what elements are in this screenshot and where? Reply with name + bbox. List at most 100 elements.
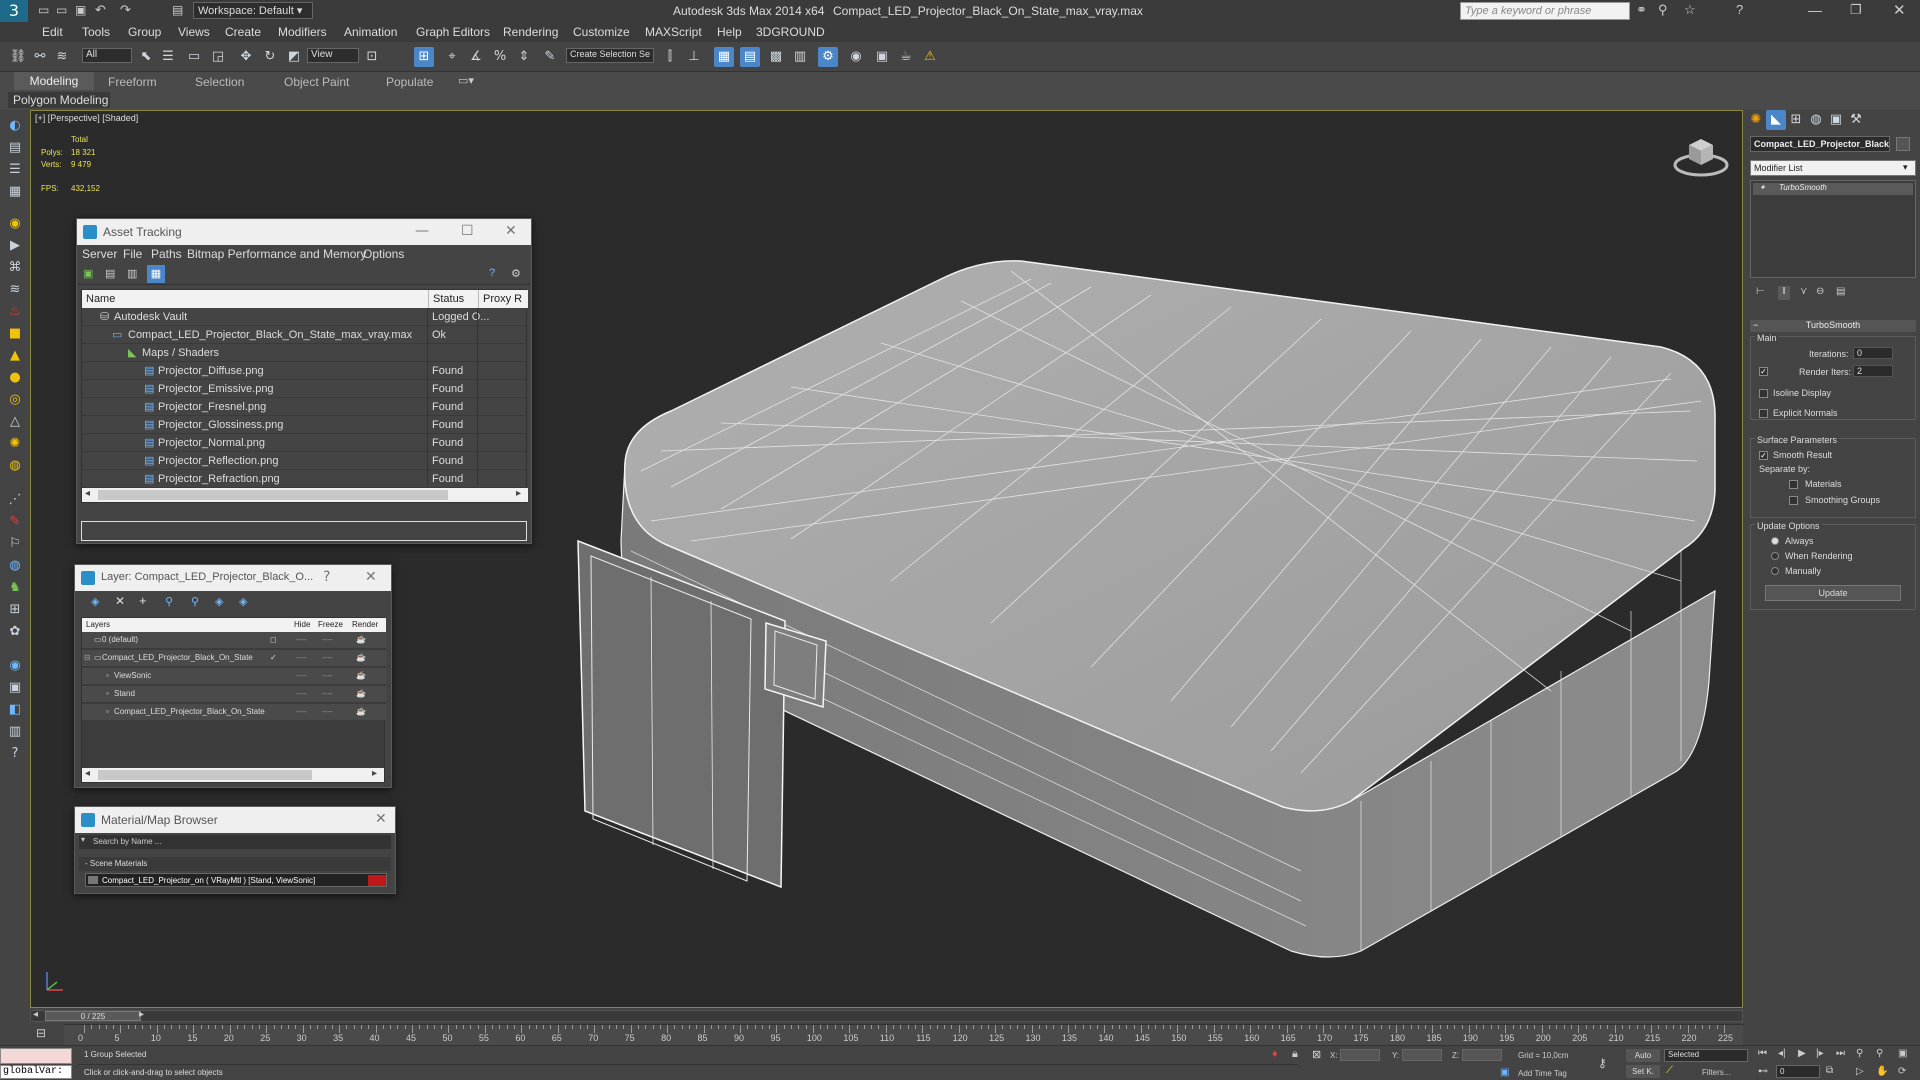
remove-modifier-icon[interactable]: ⊖ <box>1816 286 1824 297</box>
vt-helper-icon[interactable]: ⌘ <box>4 258 26 278</box>
always-radio[interactable] <box>1771 537 1779 545</box>
hide-toggle[interactable]: ---- <box>296 686 307 702</box>
ribbon-tab-modeling[interactable]: Modeling <box>14 72 94 90</box>
vt-camera-icon[interactable]: ▶ <box>4 236 26 256</box>
vt-sphere-icon[interactable]: ● <box>4 368 26 388</box>
menu-rendering[interactable]: Rendering <box>503 25 558 39</box>
menu-maxscript[interactable]: MAXScript <box>645 25 702 39</box>
hide-toggle[interactable]: ---- <box>296 704 307 720</box>
configure-sets-icon[interactable]: ▤ <box>1836 286 1845 297</box>
at-menu-options[interactable]: Options <box>363 247 404 261</box>
vt-cloth-icon[interactable]: ✿ <box>4 622 26 642</box>
z-coord-field[interactable] <box>1462 1049 1502 1061</box>
time-slider-thumb[interactable]: 0 / 225 <box>45 1011 141 1021</box>
menu-group[interactable]: Group <box>128 25 161 39</box>
table-row[interactable]: ▭ Compact_LED_Projector_Black_On_State_m… <box>82 326 528 344</box>
iterations-spinner[interactable]: 0 <box>1853 347 1893 359</box>
scroll-thumb[interactable] <box>98 770 312 780</box>
col-hide[interactable]: Hide <box>294 618 310 632</box>
ribbon-tab-object-paint[interactable]: Object Paint <box>284 75 349 89</box>
hide-toggle[interactable]: ---- <box>296 668 307 684</box>
material-editor-icon[interactable]: ◉ <box>846 47 866 67</box>
key-filters-button[interactable]: Filters... <box>1702 1068 1730 1077</box>
named-selection-dropdown[interactable]: Create Selection Se <box>566 48 654 63</box>
hide-toggle[interactable]: ---- <box>296 632 307 648</box>
layer-row[interactable]: ▫ ViewSonic ---- ---- ☕ <box>82 668 386 684</box>
show-end-result-icon[interactable]: I <box>1778 286 1790 300</box>
select-by-name-icon[interactable]: ☰ <box>158 47 178 67</box>
vt-list-icon[interactable]: ☰ <box>4 160 26 180</box>
next-frame-icon[interactable]: ▸ <box>139 1009 144 1020</box>
curve-editor-icon[interactable]: ▥ <box>790 47 810 67</box>
at-menu-file[interactable]: File <box>123 247 142 261</box>
menu-3dground[interactable]: 3DGROUND <box>756 25 825 39</box>
at-list-icon[interactable]: ▤ <box>105 267 115 280</box>
smoothing-groups-checkbox[interactable] <box>1789 496 1798 505</box>
freeze-toggle[interactable]: ---- <box>322 668 333 684</box>
motion-tab-icon[interactable]: ◍ <box>1806 110 1826 130</box>
menu-animation[interactable]: Animation <box>344 25 397 39</box>
at-help-icon[interactable]: ? <box>489 267 495 279</box>
scene-explorer-icon[interactable]: ▦ <box>714 47 734 67</box>
ref-coord-dropdown[interactable]: View <box>307 48 359 63</box>
at-table-icon[interactable]: ▦ <box>147 265 165 283</box>
col-freeze[interactable]: Freeze <box>318 618 343 632</box>
vt-hair-icon[interactable]: ⋰ <box>4 490 26 510</box>
help-icon[interactable]: ? <box>1736 2 1743 17</box>
manually-radio[interactable] <box>1771 567 1779 575</box>
mb-close-icon[interactable]: ✕ <box>375 811 387 827</box>
table-row[interactable]: ▤ Projector_Diffuse.png Found <box>82 362 528 380</box>
selection-lock-icon[interactable]: 🔒︎ <box>1292 1048 1298 1061</box>
move-icon[interactable]: ✥ <box>236 47 256 67</box>
asset-tracking-titlebar[interactable]: Asset Tracking — ☐ ✕ <box>77 219 531 245</box>
menu-views[interactable]: Views <box>178 25 210 39</box>
at-close-icon[interactable]: ✕ <box>505 223 517 239</box>
select-object-icon[interactable]: ⬉ <box>136 47 156 67</box>
layer-hide-all-icon[interactable]: ◈ <box>215 595 223 608</box>
mb-material-item[interactable]: Compact_LED_Projector_on ( VRayMtl ) [St… <box>85 873 387 887</box>
save-file-icon[interactable]: ▣ <box>75 3 86 17</box>
key-filter-dropdown[interactable]: Selected <box>1664 1049 1748 1062</box>
current-layer-check-icon[interactable]: ✓ <box>270 650 277 666</box>
col-status[interactable]: Status <box>428 290 464 308</box>
vt-container-icon[interactable]: ◐ <box>4 116 26 136</box>
menu-customize[interactable]: Customize <box>573 25 630 39</box>
vt-scene-icon[interactable]: ◉ <box>4 656 26 676</box>
project-folder-icon[interactable]: ▤ <box>172 3 183 17</box>
object-color-swatch[interactable] <box>1896 137 1910 151</box>
smooth-result-checkbox[interactable]: ✓ <box>1759 451 1768 460</box>
table-row[interactable]: ▤ Projector_Emissive.png Found <box>82 380 528 398</box>
x-coord-field[interactable] <box>1340 1049 1380 1061</box>
render-teapot-icon[interactable]: ☕ <box>356 704 366 720</box>
freeze-toggle[interactable]: ---- <box>322 686 333 702</box>
close-icon[interactable]: ✕ <box>1893 1 1906 19</box>
warning-icon[interactable]: ⚠ <box>920 47 940 67</box>
snap-toggle-icon[interactable]: ⌖ <box>442 47 462 67</box>
layer-help-icon[interactable]: ? <box>323 569 330 585</box>
spinner-snap-icon[interactable]: ⇕ <box>514 47 534 67</box>
new-file-icon[interactable]: ▭ <box>38 3 49 17</box>
time-slider[interactable]: ◂ 0 / 225 ▸ <box>30 1009 1743 1022</box>
render-iters-spinner[interactable]: 2 <box>1853 365 1893 377</box>
explicit-normals-checkbox[interactable] <box>1759 409 1768 418</box>
prev-key-icon[interactable]: ◂| <box>1778 1048 1786 1059</box>
scroll-thumb[interactable] <box>98 490 448 500</box>
table-row[interactable]: ▤ Projector_Refraction.png Found <box>82 470 528 488</box>
material-browser-titlebar[interactable]: Material/Map Browser ✕ <box>75 807 395 833</box>
ribbon-sub-polygon-modeling[interactable]: Polygon Modeling <box>8 92 110 108</box>
layer-row[interactable]: ⊟ ▭ Compact_LED_Projector_Black_On_State… <box>82 650 386 666</box>
layer-delete-icon[interactable]: ✕ <box>115 594 125 608</box>
isoline-checkbox[interactable] <box>1759 389 1768 398</box>
freeze-toggle[interactable]: ---- <box>322 650 333 666</box>
undo-icon[interactable]: ↶ <box>95 2 106 18</box>
ribbon-options-icon[interactable]: ▭▾ <box>458 74 474 87</box>
layer-new-icon[interactable]: ◈ <box>91 595 99 608</box>
layer-titlebar[interactable]: Layer: Compact_LED_Projector_Black_O... … <box>75 565 391 591</box>
ribbon-tab-populate[interactable]: Populate <box>386 75 433 89</box>
graphite-toggle-icon[interactable]: ▩ <box>766 47 786 67</box>
menu-help[interactable]: Help <box>717 25 742 39</box>
layer-highlight-icon[interactable]: ⚲ <box>191 595 199 608</box>
freeze-toggle[interactable]: ---- <box>322 632 333 648</box>
vt-torus-icon[interactable]: ◎ <box>4 390 26 410</box>
prev-frame-icon[interactable]: ◂ <box>33 1009 38 1020</box>
